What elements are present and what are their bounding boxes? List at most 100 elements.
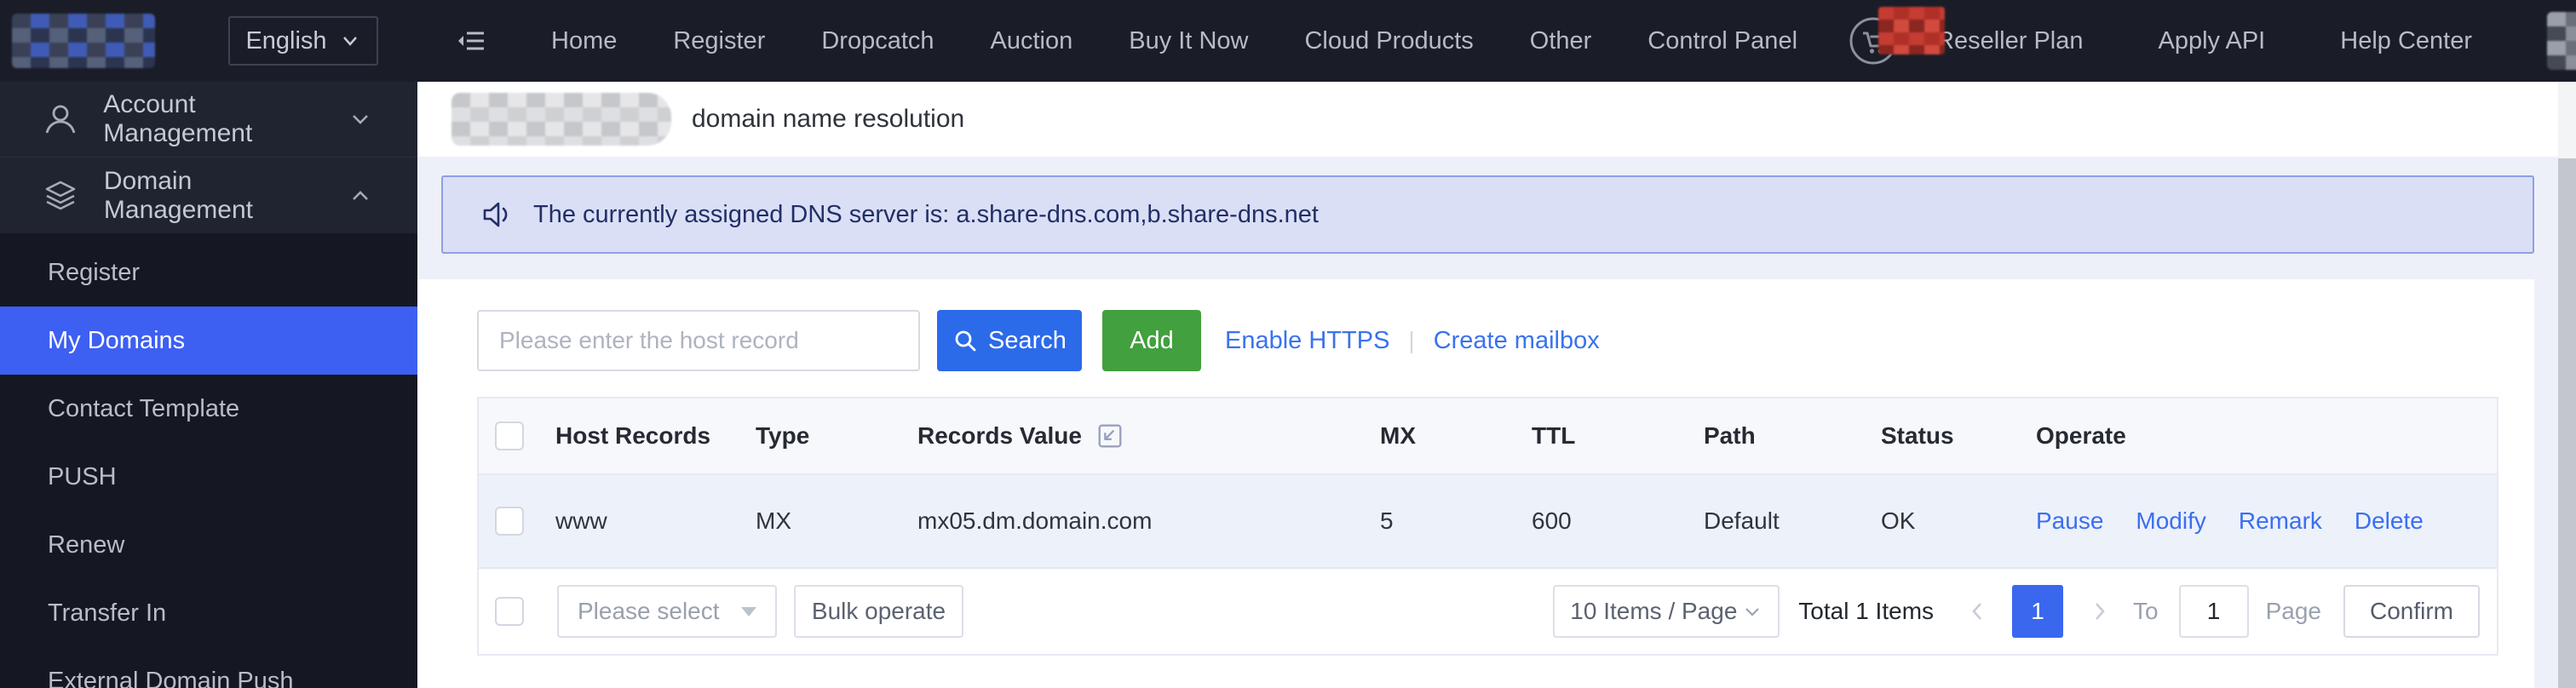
row-cell-path: Default <box>1704 507 1780 534</box>
cart-count-badge <box>1878 7 1946 54</box>
row-cell-value: mx05.dm.domain.com <box>917 507 1153 534</box>
table-header-row: Host Records Type Records Value MX TTL P… <box>479 398 2497 475</box>
language-label: English <box>245 26 327 54</box>
content-card: Search Add Enable HTTPS | Create mailbox… <box>417 279 2534 688</box>
bulk-action-select-value: Please select <box>578 598 720 624</box>
dns-records-table: Host Records Type Records Value MX TTL P… <box>477 397 2498 656</box>
prev-page-icon[interactable] <box>1966 599 1988 624</box>
header-cell-ttl: TTL <box>1532 422 1576 449</box>
enable-https-link[interactable]: Enable HTTPS <box>1225 327 1389 355</box>
row-checkbox[interactable] <box>495 507 524 536</box>
header-cell-checkbox <box>479 421 540 450</box>
sidebar: Account Management Domain Management Reg… <box>0 82 417 688</box>
nav-item-other[interactable]: Other <box>1502 0 1620 82</box>
goto-to-label: To <box>2133 598 2159 624</box>
total-items-label: Total 1 Items <box>1798 598 1935 624</box>
sidebar-group-label: Domain Management <box>103 166 253 224</box>
row-cell-checkbox <box>479 507 540 536</box>
bulk-operate-button[interactable]: Bulk operate <box>794 585 963 638</box>
status-badge: OK <box>1881 507 1916 534</box>
remark-link[interactable]: Remark <box>2239 507 2322 535</box>
header-cell-operate: Operate <box>2036 422 2126 449</box>
sidebar-item-my-domains[interactable]: My Domains <box>0 307 417 375</box>
caret-down-icon <box>741 606 756 616</box>
nav-item-help-center[interactable]: Help Center <box>2303 0 2510 82</box>
brand-logo[interactable] <box>12 14 155 68</box>
create-mailbox-link[interactable]: Create mailbox <box>1434 327 1600 355</box>
sidebar-group-label: Account Management <box>103 90 253 147</box>
bulk-action-select[interactable]: Please select <box>557 585 777 638</box>
next-page-icon[interactable] <box>2089 599 2111 624</box>
nav-item-register[interactable]: Register <box>645 0 793 82</box>
current-page-button[interactable]: 1 <box>2012 585 2064 638</box>
sidebar-item-renew[interactable]: Renew <box>0 511 417 579</box>
nav-item-home[interactable]: Home <box>523 0 645 82</box>
select-all-checkbox[interactable] <box>495 421 524 450</box>
search-input[interactable] <box>477 310 920 371</box>
sidebar-item-push[interactable]: PUSH <box>0 443 417 511</box>
footer-select-all-checkbox[interactable] <box>495 597 524 626</box>
header-cell-mx: MX <box>1380 422 1416 449</box>
dns-info-text: The currently assigned DNS server is: a.… <box>533 200 1319 228</box>
sidebar-item-contact-template[interactable]: Contact Template <box>0 375 417 443</box>
sidebar-group-domain-management[interactable]: Domain Management <box>0 158 417 233</box>
row-cell-operate: Pause Modify Remark Delete <box>2021 507 2497 535</box>
app-root: English Home Register Dropcatch Auction … <box>0 0 2576 688</box>
header-cell-path: Path <box>1704 422 1756 449</box>
modify-link[interactable]: Modify <box>2136 507 2205 535</box>
language-selector[interactable]: English <box>228 16 378 66</box>
page-header: domain name resolution <box>417 82 2576 157</box>
sidebar-submenu: Register My Domains Contact Template PUS… <box>0 233 417 688</box>
cart-button[interactable] <box>1848 7 1946 66</box>
header-cell-status: Status <box>1881 422 1954 449</box>
sidebar-item-register[interactable]: Register <box>0 238 417 307</box>
header-cell-host: Host Records <box>555 422 711 449</box>
avatar <box>2547 12 2576 70</box>
page-title: domain name resolution <box>692 105 965 133</box>
search-button[interactable]: Search <box>937 310 1082 371</box>
scrollbar-thumb[interactable] <box>2558 158 2576 688</box>
chevron-down-icon <box>1742 601 1762 622</box>
confirm-button[interactable]: Confirm <box>2343 585 2480 638</box>
nav-right-links: Reseller Plan Apply API Help Center <box>1899 0 2510 82</box>
table-footer: Please select Bulk operate 10 Items / Pa… <box>479 569 2497 654</box>
header-cell-type: Type <box>756 422 810 449</box>
layers-icon <box>43 178 82 214</box>
delete-link[interactable]: Delete <box>2355 507 2424 535</box>
pause-link[interactable]: Pause <box>2036 507 2103 535</box>
sidebar-item-transfer-in[interactable]: Transfer In <box>0 579 417 647</box>
goto-page-input[interactable] <box>2178 585 2249 638</box>
row-cell-type: MX <box>756 507 791 534</box>
toolbar: Search Add Enable HTTPS | Create mailbox <box>477 310 1600 371</box>
sidebar-group-account-management[interactable]: Account Management <box>0 82 417 158</box>
search-button-label: Search <box>988 326 1067 354</box>
chevron-down-icon <box>348 106 373 132</box>
dns-info-banner: The currently assigned DNS server is: a.… <box>441 175 2534 254</box>
goto-page-label: Page <box>2265 598 2321 624</box>
page-size-value: 10 Items / Page <box>1570 598 1738 624</box>
chevron-down-icon <box>339 30 361 52</box>
announcement-icon <box>477 196 515 233</box>
records-value-toggle-icon[interactable] <box>1095 421 1124 450</box>
sidebar-fold-icon[interactable] <box>457 25 489 57</box>
header-cell-value: Records Value <box>902 421 1365 450</box>
nav-item-cloud-products[interactable]: Cloud Products <box>1276 0 1501 82</box>
nav-item-apply-api[interactable]: Apply API <box>2121 0 2303 82</box>
vertical-scrollbar[interactable] <box>2558 82 2576 688</box>
nav-item-dropcatch[interactable]: Dropcatch <box>793 0 962 82</box>
nav-item-buy-it-now[interactable]: Buy It Now <box>1101 0 1276 82</box>
add-button[interactable]: Add <box>1102 310 1201 371</box>
nav-item-control-panel[interactable]: Control Panel <box>1619 0 1826 82</box>
chevron-up-icon <box>348 183 373 209</box>
user-icon <box>43 101 81 137</box>
domain-name-redacted <box>451 93 671 146</box>
sidebar-item-external-domain-push[interactable]: External Domain Push <box>0 647 417 688</box>
page-size-select[interactable]: 10 Items / Page <box>1553 585 1780 638</box>
user-account-menu[interactable] <box>2547 12 2576 70</box>
row-cell-mx: 5 <box>1380 507 1394 534</box>
nav-links: Home Register Dropcatch Auction Buy It N… <box>523 0 1826 82</box>
link-divider: | <box>1408 327 1415 353</box>
nav-item-auction[interactable]: Auction <box>963 0 1101 82</box>
table-row: www MX mx05.dm.domain.com 5 600 Default … <box>479 475 2497 569</box>
header-cell-value-label: Records Value <box>917 422 1082 449</box>
